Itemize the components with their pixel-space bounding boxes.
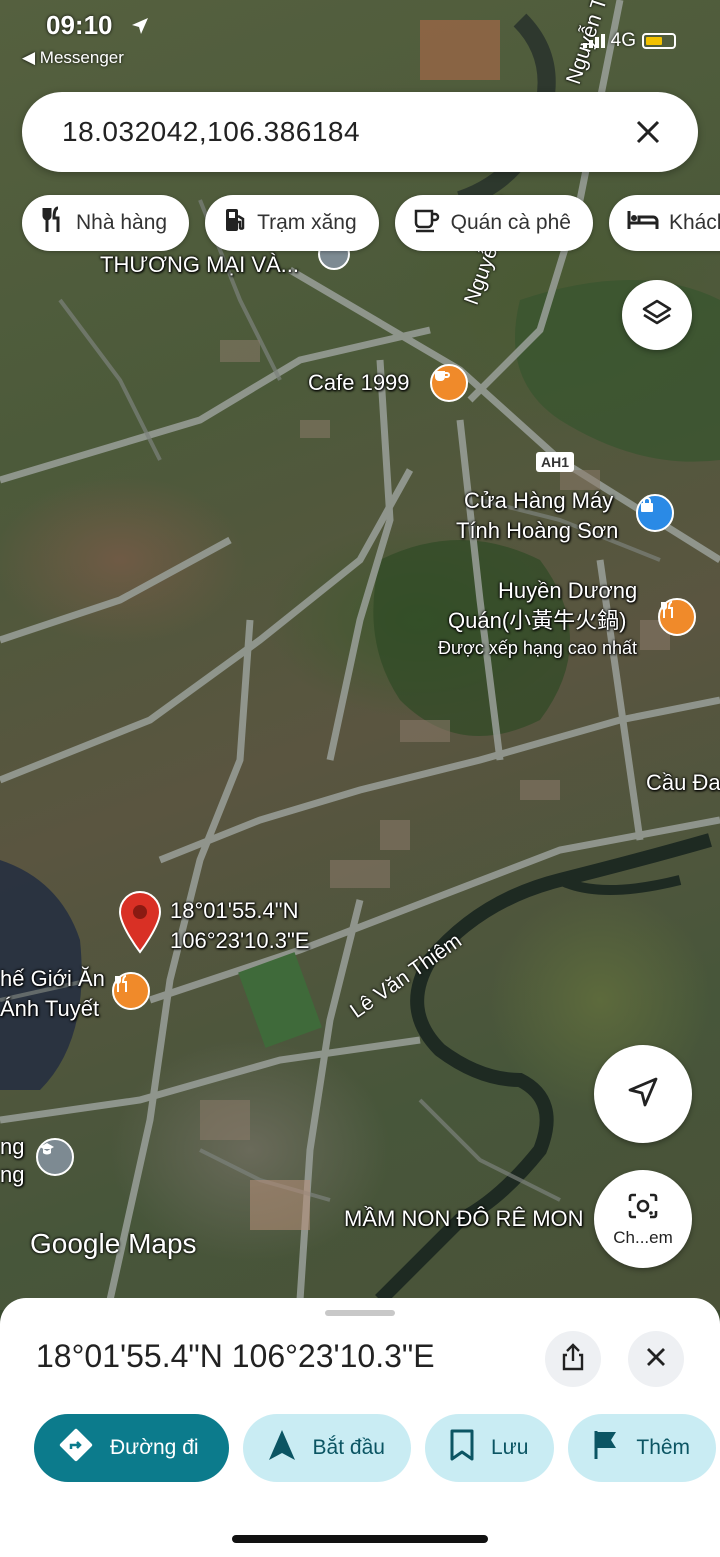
signal-icon [582,34,605,48]
share-icon [561,1342,585,1376]
directions-button[interactable]: Đường đi [34,1414,229,1482]
chip-restaurants[interactable]: Nhà hàng [22,195,190,251]
back-to-app-link[interactable]: ◀ Messenger [22,48,124,68]
directions-icon [58,1427,94,1469]
directions-label: Đường đi [110,1436,199,1459]
place-sheet: 18°01'55.4"N 106°23'10.3"E Đường đi Bắt … [0,1298,720,1557]
share-button[interactable] [545,1331,601,1387]
poi-school-icon[interactable] [36,1138,74,1176]
map-label-the-gioi-line2[interactable]: Ánh Tuyết [0,996,99,1022]
map-label-the-gioi-line1[interactable]: hế Giới Ăn [0,966,105,992]
network-type: 4G [610,30,636,51]
status-time: 09:10 [46,10,113,40]
pin-latitude-label: 18°01'55.4"N [170,898,299,923]
coffee-icon [413,207,441,239]
map-label-cau-da[interactable]: Cầu Đa [646,770,720,796]
close-sheet-button[interactable] [628,1331,684,1387]
bed-icon [627,209,659,237]
fork-knife-icon [40,206,66,240]
battery-icon [642,33,676,49]
map-label-thuong-mai[interactable]: THƯƠNG MẠI VÀ... [100,252,299,278]
chip-gas-stations[interactable]: Trạm xăng [205,195,379,251]
save-button[interactable]: Lưu [424,1414,555,1482]
home-indicator[interactable] [232,1535,488,1543]
map-label-huyen-duong-rating: Được xếp hạng cao nhất [438,638,637,658]
camera-lens-icon [626,1191,660,1226]
chip-hotels[interactable]: Khách [608,195,720,251]
close-icon [645,1346,667,1373]
pin-longitude-label: 106°23'10.3"E [170,928,310,953]
map-label-cua-hang-line2[interactable]: Tính Hoàng Sơn [456,518,618,544]
layers-button[interactable] [622,280,692,350]
search-input[interactable]: 18.032042,106.386184 [62,116,628,148]
chip-coffee[interactable]: Quán cà phê [394,195,593,251]
map-label-huyen-duong-line1[interactable]: Huyền Dương [498,578,637,604]
chip-label: Quán cà phê [450,211,571,234]
map-label-cafe-1999[interactable]: Cafe 1999 [308,370,410,396]
add-label-text: Thêm [636,1436,691,1459]
chip-label: Nhà hàng [76,211,168,234]
start-button[interactable]: Bắt đầu [242,1414,411,1482]
clear-search-icon[interactable] [628,112,668,152]
map-label-cua-hang-line1[interactable]: Cửa Hàng Máy [464,488,613,514]
search-bar[interactable]: 18.032042,106.386184 [22,92,698,172]
start-label: Bắt đầu [312,1436,385,1459]
bookmark-icon [449,1429,475,1467]
google-maps-logo: Google Maps [30,1228,197,1259]
sheet-drag-handle[interactable] [325,1310,395,1316]
poi-shopping-icon[interactable] [636,494,674,532]
lens-camera-button[interactable]: Ch...em [594,1170,692,1268]
flag-icon [592,1429,620,1467]
chip-label: Khách [668,211,720,234]
gas-station-icon [223,206,247,240]
map-label-ng-1[interactable]: ng [0,1134,24,1160]
location-arrow-icon [130,16,150,41]
my-location-button[interactable] [594,1045,692,1143]
map-label-mam-non[interactable]: MẦM NON ĐÔ RÊ MON [344,1206,584,1232]
category-chips: Nhà hàng Trạm xăng Quán cà phê Khách [22,195,720,251]
map-label-huyen-duong-line2[interactable]: Quán(小黃牛火鍋) [448,608,626,634]
save-label: Lưu [490,1436,529,1459]
poi-restaurant-icon[interactable] [658,598,696,636]
map-label-ng-2[interactable]: ng [0,1162,24,1188]
poi-restaurant-icon-2[interactable] [112,972,150,1010]
status-indicators: 4G [582,30,676,52]
chip-label: Trạm xăng [257,211,357,234]
navigation-arrow-icon [267,1428,297,1468]
highway-shield-ah1: AH1 [536,452,575,472]
poi-cafe-icon[interactable] [430,364,468,402]
layers-icon [641,297,673,334]
place-title: 18°01'55.4"N 106°23'10.3"E [36,1338,435,1374]
camera-button-label: Ch...em [613,1227,673,1247]
add-label-button[interactable]: Thêm [568,1414,717,1482]
navigation-arrow-outline-icon [626,1075,660,1114]
place-actions: Đường đi Bắt đầu Lưu Thêm [34,1414,717,1482]
